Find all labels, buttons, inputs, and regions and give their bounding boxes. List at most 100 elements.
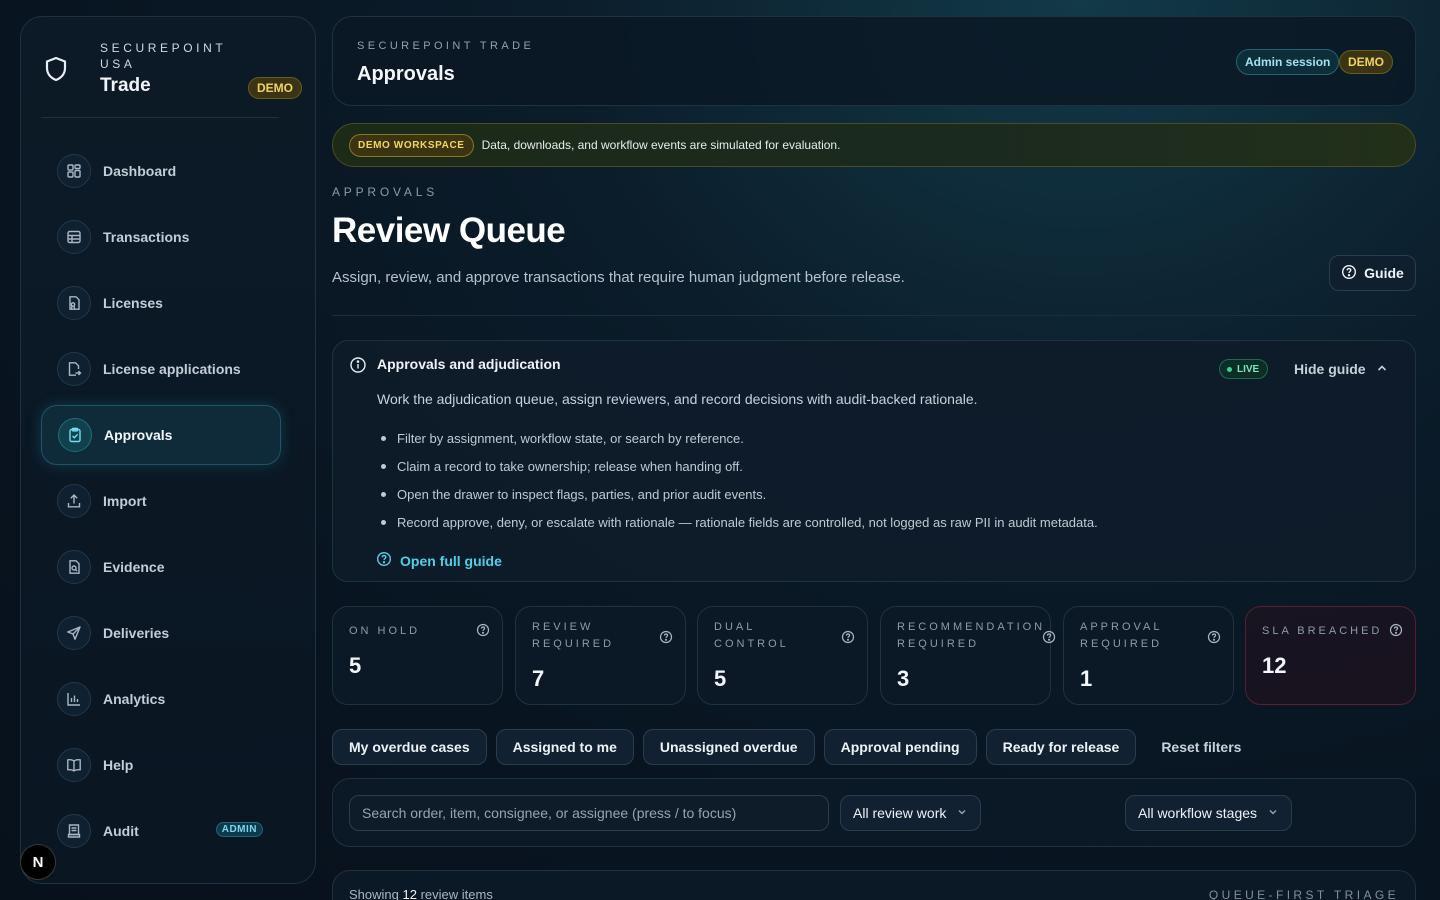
sidebar-item-transactions[interactable]: Transactions bbox=[41, 207, 281, 267]
info-icon bbox=[349, 356, 367, 379]
sidebar-item-evidence[interactable]: Evidence bbox=[41, 537, 281, 597]
help-circle-icon[interactable] bbox=[476, 623, 490, 642]
top-header: SECUREPOINT TRADE Approvals Admin sessio… bbox=[332, 16, 1416, 106]
guide-button[interactable]: Guide bbox=[1329, 255, 1416, 291]
sidebar-item-dashboard[interactable]: Dashboard bbox=[41, 141, 281, 201]
review-work-select[interactable]: All review work bbox=[840, 795, 982, 831]
stat-label: DUAL CONTROL bbox=[714, 621, 789, 650]
live-dot-icon bbox=[1227, 366, 1232, 372]
chevron-down-icon bbox=[1267, 805, 1279, 821]
review-work-select-value: All review work bbox=[853, 805, 947, 821]
stat-card-sla-breached[interactable]: SLA BREACHED 12 bbox=[1245, 606, 1416, 705]
reset-filters-button[interactable]: Reset filters bbox=[1145, 729, 1257, 765]
chevron-up-icon bbox=[1376, 361, 1388, 377]
doc-arrow-icon bbox=[57, 352, 91, 386]
sidebar-item-label: Licenses bbox=[103, 295, 163, 311]
help-circle-icon bbox=[376, 551, 392, 570]
results-count: Showing 12 review items bbox=[349, 887, 493, 900]
sidebar-item-license-applications[interactable]: License applications bbox=[41, 339, 281, 399]
chevron-down-icon bbox=[956, 805, 968, 821]
demo-badge: DEMO bbox=[1339, 50, 1393, 74]
search-input[interactable] bbox=[349, 795, 829, 831]
header-title: Approvals bbox=[357, 63, 455, 85]
guide-bullets: Filter by assignment, workflow state, or… bbox=[377, 430, 1098, 542]
hide-guide-button[interactable]: Hide guide bbox=[1294, 361, 1388, 377]
sidebar-item-deliveries[interactable]: Deliveries bbox=[41, 603, 281, 663]
bar-chart-icon bbox=[57, 682, 91, 716]
help-circle-icon bbox=[1341, 264, 1357, 283]
stat-label: APPROVAL REQUIRED bbox=[1080, 621, 1163, 650]
workflow-stage-select[interactable]: All workflow stages bbox=[1125, 795, 1293, 831]
sidebar-item-label: Audit bbox=[103, 823, 139, 839]
help-circle-icon[interactable] bbox=[659, 630, 673, 649]
stat-value: 12 bbox=[1262, 653, 1287, 678]
list-item: Claim a record to take ownership; releas… bbox=[377, 458, 1098, 486]
brand[interactable]: SECUREPOINT USA Trade DEMO bbox=[41, 37, 302, 117]
demo-workspace-tag: DEMO WORKSPACE bbox=[349, 133, 474, 157]
section-kicker: APPROVALS bbox=[332, 185, 439, 199]
stat-card-dual-control[interactable]: DUAL CONTROL 5 bbox=[697, 606, 868, 705]
help-circle-icon[interactable] bbox=[1042, 630, 1056, 649]
hide-guide-label: Hide guide bbox=[1294, 361, 1366, 377]
stat-label: ON HOLD bbox=[349, 625, 421, 637]
guide-panel: Approvals and adjudication LIVE Hide gui… bbox=[332, 340, 1416, 582]
chip-approval-pending[interactable]: Approval pending bbox=[823, 729, 977, 765]
sidebar-item-analytics[interactable]: Analytics bbox=[41, 669, 281, 729]
stat-label: SLA BREACHED bbox=[1262, 625, 1383, 637]
results-prefix: Showing bbox=[349, 887, 399, 900]
doc-search-icon bbox=[57, 550, 91, 584]
clipboard-check-icon bbox=[58, 418, 92, 452]
page-title: Review Queue bbox=[332, 211, 566, 250]
help-circle-icon[interactable] bbox=[841, 630, 855, 649]
stat-value: 1 bbox=[1080, 666, 1093, 691]
page-subtitle: Assign, review, and approve transactions… bbox=[332, 269, 905, 286]
workflow-stage-select-value: All workflow stages bbox=[1138, 805, 1258, 821]
grid-icon bbox=[57, 154, 91, 188]
stat-card-review-required[interactable]: REVIEW REQUIRED 7 bbox=[515, 606, 686, 705]
results-panel: Showing 12 review items QUEUE-FIRST TRIA… bbox=[332, 870, 1416, 900]
stat-card-approval-required[interactable]: APPROVAL REQUIRED 1 bbox=[1063, 606, 1234, 705]
divider bbox=[332, 315, 1416, 316]
stat-label: RECOMMENDATION REQUIRED bbox=[897, 621, 1046, 650]
chip-assigned-to-me[interactable]: Assigned to me bbox=[495, 729, 634, 765]
list-item: Record approve, deny, or escalate with r… bbox=[377, 514, 1098, 542]
sidebar-item-approvals[interactable]: Approvals bbox=[41, 405, 281, 465]
demo-banner-message: Data, downloads, and workflow events are… bbox=[481, 138, 841, 152]
open-full-guide-link[interactable]: Open full guide bbox=[376, 551, 502, 570]
sidebar: SECUREPOINT USA Trade DEMO Dashboard Tra… bbox=[20, 16, 316, 884]
sidebar-item-import[interactable]: Import bbox=[41, 471, 281, 531]
stat-value: 3 bbox=[897, 666, 910, 691]
help-circle-icon[interactable] bbox=[1389, 623, 1403, 642]
sidebar-nav: Dashboard Transactions Licenses License … bbox=[41, 141, 281, 867]
admin-badge: ADMIN bbox=[215, 822, 263, 837]
sidebar-item-audit[interactable]: Audit ADMIN bbox=[41, 801, 281, 861]
shield-icon bbox=[43, 55, 69, 83]
live-status-badge: LIVE bbox=[1219, 359, 1269, 379]
demo-badge: DEMO bbox=[248, 77, 302, 99]
stat-card-recommendation-required[interactable]: RECOMMENDATION REQUIRED 3 bbox=[880, 606, 1056, 705]
guide-button-label: Guide bbox=[1364, 265, 1404, 281]
help-circle-icon[interactable] bbox=[1207, 630, 1221, 649]
book-icon bbox=[57, 748, 91, 782]
sidebar-item-label: Deliveries bbox=[103, 625, 170, 641]
list-item: Open the drawer to inspect flags, partie… bbox=[377, 486, 1098, 514]
sidebar-item-label: Help bbox=[103, 757, 134, 773]
guide-title: Approvals and adjudication bbox=[377, 356, 561, 372]
chip-my-overdue-cases[interactable]: My overdue cases bbox=[332, 729, 487, 765]
sidebar-item-label: Analytics bbox=[103, 691, 166, 707]
results-suffix: review items bbox=[420, 887, 493, 900]
brand-kicker: SECUREPOINT USA bbox=[100, 41, 227, 71]
open-full-guide-label: Open full guide bbox=[400, 552, 502, 569]
sidebar-item-help[interactable]: Help bbox=[41, 735, 281, 795]
stat-card-on-hold[interactable]: ON HOLD 5 bbox=[332, 606, 503, 705]
sidebar-item-licenses[interactable]: Licenses bbox=[41, 273, 281, 333]
upload-icon bbox=[57, 484, 91, 518]
live-label: LIVE bbox=[1237, 363, 1260, 375]
dev-tools-button[interactable]: N bbox=[20, 844, 56, 880]
chip-ready-for-release[interactable]: Ready for release bbox=[985, 729, 1137, 765]
brand-name: Trade bbox=[100, 75, 151, 96]
receipt-icon bbox=[57, 814, 91, 848]
license-doc-icon bbox=[57, 286, 91, 320]
chip-unassigned-overdue[interactable]: Unassigned overdue bbox=[642, 729, 815, 765]
admin-session-badge: Admin session bbox=[1236, 49, 1340, 75]
